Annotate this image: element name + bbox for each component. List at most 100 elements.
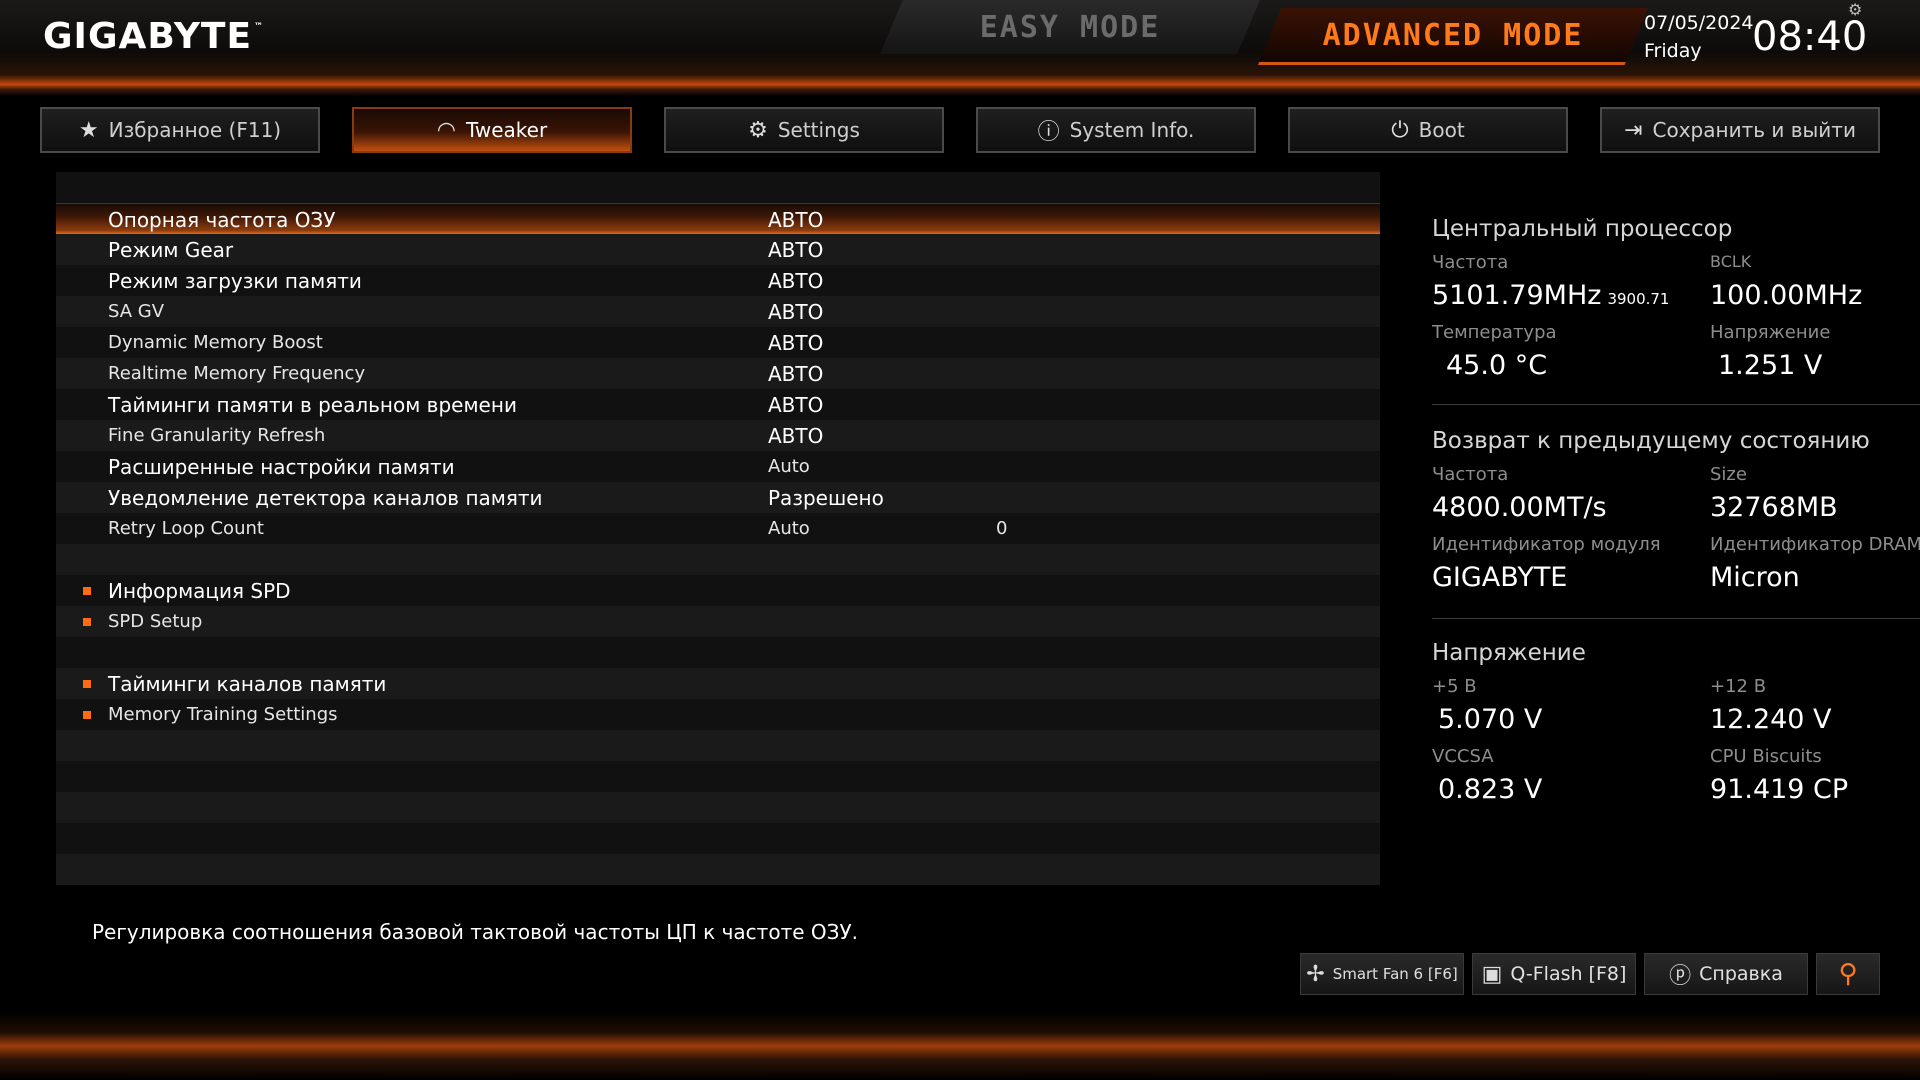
setting-row[interactable]: SA GV АВТО <box>56 296 1380 327</box>
v5-label: +5 В <box>1432 676 1477 697</box>
setting-row[interactable]: Уведомление детектора каналов памяти Раз… <box>56 482 1380 513</box>
setting-value[interactable]: Разрешено <box>768 486 884 510</box>
search-button[interactable]: ⚲ <box>1816 953 1880 995</box>
smart-fan-button[interactable]: ✢ Smart Fan 6 [F6] <box>1300 953 1464 995</box>
setting-row[interactable]: Fine Granularity Refresh АВТО <box>56 420 1380 451</box>
easy-mode-label: EASY MODE <box>979 9 1161 45</box>
mem-size-value: 32768MB <box>1710 492 1838 523</box>
submenu-item[interactable]: Информация SPD <box>56 575 1380 606</box>
cpu-section-title: Центральный процессор <box>1432 216 1733 242</box>
setting-row[interactable]: Retry Loop Count Auto 0 <box>56 513 1380 544</box>
bclk-value: 100.00MHz <box>1710 280 1863 311</box>
qflash-button[interactable]: ▣ Q-Flash [F8] <box>1472 953 1636 995</box>
setting-row[interactable]: Dynamic Memory Boost АВТО <box>56 327 1380 358</box>
day-display: Friday <box>1644 40 1702 62</box>
setting-label: SA GV <box>108 301 165 322</box>
setting-value[interactable]: АВТО <box>768 238 823 262</box>
panel-spacer <box>56 172 1380 203</box>
submenu-bullet-icon <box>83 617 91 626</box>
panel-spacer <box>56 730 1380 761</box>
qflash-label: Q-Flash [F8] <box>1510 963 1627 985</box>
panel-spacer <box>56 544 1380 575</box>
submenu-label: Информация SPD <box>108 578 291 603</box>
mem-size-label: Size <box>1710 464 1747 485</box>
setting-label: Режим загрузки памяти <box>108 268 362 293</box>
setting-row[interactable]: Расширенные настройки памяти Auto <box>56 451 1380 482</box>
help-description: Регулировка соотношения базовой тактовой… <box>92 920 858 944</box>
dram-id-value: Micron <box>1710 562 1800 593</box>
setting-value[interactable]: АВТО <box>768 393 823 417</box>
settings-panel: Опорная частота ОЗУ АВТО Режим Gear АВТО… <box>56 172 1380 885</box>
advanced-mode-label: ADVANCED MODE <box>1322 17 1584 53</box>
setting-label: Режим Gear <box>108 237 234 262</box>
voltage-section-title: Напряжение <box>1432 640 1586 666</box>
date-display: 07/05/2024 <box>1644 12 1754 34</box>
gear-icon: ⚙ <box>748 117 768 143</box>
submenu-label: Memory Training Settings <box>108 704 338 725</box>
vccsa-value: 0.823 V <box>1438 774 1543 805</box>
submenu-bullet-icon <box>83 586 91 595</box>
tab-save-exit[interactable]: ⇥ Сохранить и выйти <box>1600 107 1880 153</box>
dram-id-label: Идентификатор DRAM <box>1710 534 1920 555</box>
setting-label: Тайминги памяти в реальном времени <box>108 392 517 417</box>
tab-system-info[interactable]: ⓘ System Info. <box>976 107 1256 153</box>
cpu-freq-sub: 3900.71 <box>1607 290 1670 308</box>
tab-label: Boot <box>1418 118 1465 142</box>
info-divider <box>1432 618 1920 619</box>
panel-spacer <box>56 823 1380 854</box>
cpu-temp-label: Температура <box>1432 322 1557 343</box>
bottom-decoration-bar <box>0 1012 1920 1080</box>
setting-value[interactable]: АВТО <box>768 208 823 232</box>
setting-row[interactable]: Тайминги памяти в реальном времени АВТО <box>56 389 1380 420</box>
settings-gear-icon[interactable]: ⚙ <box>1848 0 1862 19</box>
memory-section-title: Возврат к предыдущему состоянию <box>1432 428 1870 454</box>
setting-label: Realtime Memory Frequency <box>108 363 366 384</box>
tab-favorites[interactable]: ★ Избранное (F11) <box>40 107 320 153</box>
cpu-freq-label: Частота <box>1432 252 1509 273</box>
cpu-volt-label: Напряжение <box>1710 322 1831 343</box>
tab-label: Tweaker <box>465 118 548 142</box>
setting-value[interactable]: АВТО <box>768 362 823 386</box>
setting-value[interactable]: АВТО <box>768 424 823 448</box>
setting-value[interactable]: АВТО <box>768 331 823 355</box>
setting-value[interactable]: Auto <box>768 456 810 477</box>
bclk-label: BCLK <box>1710 252 1752 271</box>
tab-tweaker[interactable]: ◠ Tweaker <box>352 107 632 153</box>
module-id-label: Идентификатор модуля <box>1432 534 1661 555</box>
submenu-label: SPD Setup <box>108 611 203 632</box>
panel-spacer <box>56 761 1380 792</box>
help-label: Справка <box>1699 963 1783 985</box>
setting-row[interactable]: Режим загрузки памяти АВТО <box>56 265 1380 296</box>
biscuits-label: CPU Biscuits <box>1710 746 1822 767</box>
v12-value: 12.240 V <box>1710 704 1832 735</box>
setting-label: Уведомление детектора каналов памяти <box>108 485 543 510</box>
setting-value[interactable]: АВТО <box>768 269 823 293</box>
help-button[interactable]: ⓟ Справка <box>1644 953 1808 995</box>
submenu-label: Тайминги каналов памяти <box>108 671 387 696</box>
tab-label: System Info. <box>1069 118 1195 142</box>
setting-row[interactable]: Опорная частота ОЗУ АВТО <box>56 203 1380 235</box>
tab-settings[interactable]: ⚙ Settings <box>664 107 944 153</box>
cpu-temp-value: 45.0 °C <box>1446 350 1548 381</box>
advanced-mode-tab[interactable]: ADVANCED MODE <box>1258 8 1648 65</box>
star-folder-icon: ★ <box>78 117 99 143</box>
fan-icon: ✢ <box>1306 961 1325 987</box>
speedometer-icon: ◠ <box>436 117 456 143</box>
setting-row[interactable]: Realtime Memory Frequency АВТО <box>56 358 1380 389</box>
mem-freq-label: Частота <box>1432 464 1509 485</box>
submenu-bullet-icon <box>83 710 91 719</box>
panel-spacer <box>56 792 1380 823</box>
easy-mode-tab[interactable]: EASY MODE <box>880 0 1260 54</box>
submenu-item[interactable]: Memory Training Settings <box>56 699 1380 730</box>
submenu-item[interactable]: SPD Setup <box>56 606 1380 637</box>
submenu-item[interactable]: Тайминги каналов памяти <box>56 668 1380 699</box>
tab-boot[interactable]: ⏻ Boot <box>1288 107 1568 153</box>
vccsa-label: VCCSA <box>1432 746 1494 767</box>
question-icon: ⓟ <box>1669 964 1692 989</box>
mem-freq-value: 4800.00MT/s <box>1432 492 1607 523</box>
setting-value[interactable]: Auto <box>768 518 810 539</box>
cpu-volt-value: 1.251 V <box>1718 350 1823 381</box>
setting-value[interactable]: АВТО <box>768 300 823 324</box>
chip-icon: ▣ <box>1481 961 1503 987</box>
setting-row[interactable]: Режим Gear АВТО <box>56 234 1380 265</box>
